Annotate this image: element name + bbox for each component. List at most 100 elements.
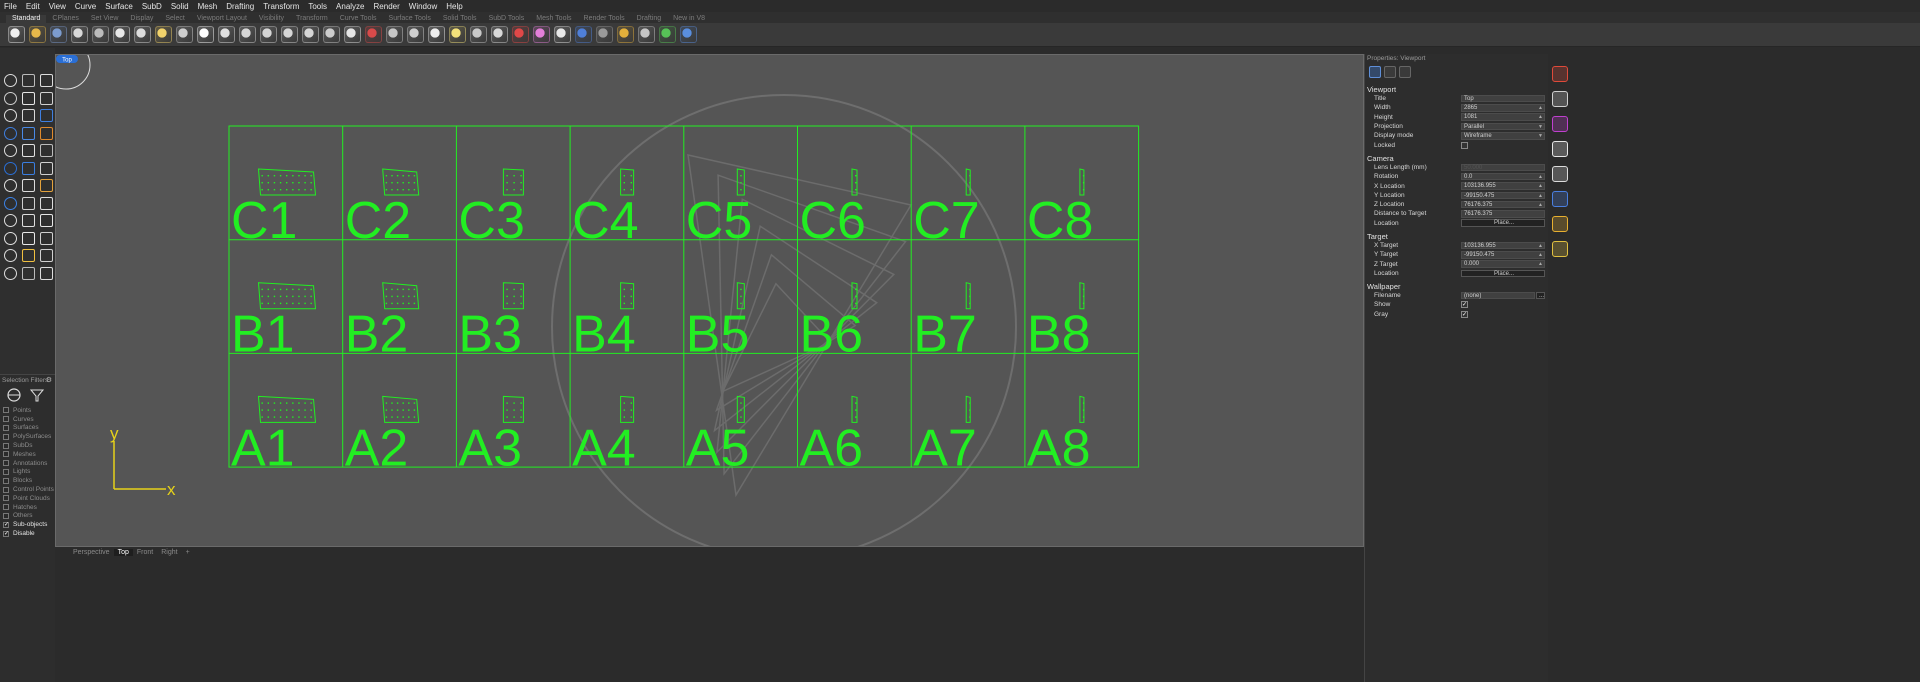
filter-disable[interactable]: ✓ Disable — [0, 529, 55, 538]
tab-transform[interactable]: Transform — [290, 15, 334, 23]
target-place-button[interactable]: Place... — [1461, 269, 1545, 278]
tab-solid-tools[interactable]: Solid Tools — [437, 15, 483, 23]
viewport-tab-perspective[interactable]: Perspective — [69, 549, 114, 556]
tool-26-icon[interactable] — [22, 214, 35, 227]
checkbox[interactable] — [3, 424, 9, 431]
cplane-icon[interactable] — [386, 26, 403, 43]
zoom-selected-icon[interactable] — [302, 26, 319, 43]
tab-select[interactable]: Select — [159, 15, 190, 23]
spinner-icon[interactable]: ▲ — [1538, 183, 1543, 189]
y-location-field[interactable]: -99150.475 ▲ — [1461, 191, 1545, 200]
viewport-canvas[interactable]: Top C1 C2 C3 C4 C5 C6 C7 C8 B1 B2 B3 B4 B5 B6 B7 B8 A1 A2 A… — [56, 55, 1364, 547]
menu-curve[interactable]: Curve — [75, 2, 96, 11]
tool-23-icon[interactable] — [22, 196, 35, 210]
menu-transform[interactable]: Transform — [263, 2, 299, 11]
filter-others[interactable]: Others — [0, 512, 55, 521]
libraries-icon[interactable] — [1552, 216, 1568, 232]
print-icon[interactable] — [71, 26, 88, 43]
tool-29-icon[interactable] — [22, 231, 35, 245]
tool-6-icon[interactable] — [40, 91, 53, 105]
filter-meshes[interactable]: Meshes — [0, 450, 55, 459]
tool-1-icon[interactable] — [4, 74, 17, 87]
object-filter-icon[interactable] — [6, 388, 22, 402]
menu-tools[interactable]: Tools — [308, 2, 327, 11]
tool-18-icon[interactable] — [40, 161, 53, 175]
checkbox[interactable] — [3, 433, 9, 440]
x-location-field[interactable]: 103136.955 ▲ — [1461, 182, 1545, 190]
filter-surfaces[interactable]: Surfaces — [0, 424, 55, 433]
rotate-view-icon[interactable] — [218, 26, 235, 43]
filter-sub-objects[interactable]: ✓ Sub-objects — [0, 520, 55, 529]
viewport-properties-icon[interactable] — [1369, 66, 1381, 78]
checkbox[interactable] — [3, 460, 9, 467]
layer-icon[interactable] — [491, 26, 508, 43]
funnel-icon[interactable] — [30, 388, 44, 402]
tab-surface-tools[interactable]: Surface Tools — [383, 15, 437, 23]
tab-viewport-layout[interactable]: Viewport Layout — [191, 15, 253, 23]
tool-35-icon[interactable] — [22, 266, 35, 280]
menu-view[interactable]: View — [49, 2, 66, 11]
tool-27-icon[interactable] — [40, 214, 53, 227]
display-mode-select[interactable]: Wireframe ▼ — [1461, 132, 1545, 140]
menu-drafting[interactable]: Drafting — [226, 2, 254, 11]
viewport-layout-icon[interactable] — [344, 26, 361, 43]
tool-7-icon[interactable] — [4, 109, 17, 122]
tool-32-icon[interactable] — [22, 249, 35, 262]
undo-icon[interactable] — [176, 26, 193, 43]
checkbox[interactable]: ✓ — [3, 521, 9, 528]
z-target-field[interactable]: 0.000 ▲ — [1461, 260, 1545, 268]
checkbox[interactable] — [3, 512, 9, 519]
viewport-tab-right[interactable]: Right — [157, 549, 181, 556]
tab-display[interactable]: Display — [124, 15, 159, 23]
width-field[interactable]: 2865 ▲ — [1461, 104, 1545, 112]
pan-icon[interactable] — [197, 26, 214, 43]
checkbox[interactable] — [3, 486, 9, 493]
render-icon[interactable] — [575, 26, 592, 43]
camera-icon[interactable] — [1399, 66, 1411, 78]
tool-4-icon[interactable] — [4, 91, 17, 105]
menu-help[interactable]: Help — [446, 2, 462, 11]
menu-window[interactable]: Window — [409, 2, 437, 11]
tool-13-icon[interactable] — [4, 144, 17, 157]
tool-12-icon[interactable] — [40, 126, 53, 140]
checkbox[interactable] — [3, 451, 9, 458]
z-location-field[interactable]: 76176.375 ▲ — [1461, 200, 1545, 209]
rotate-icon[interactable] — [323, 26, 340, 43]
filter-lights[interactable]: Lights — [0, 468, 55, 477]
checkbox[interactable] — [3, 416, 9, 423]
layers-icon[interactable] — [1552, 91, 1568, 107]
tool-24-icon[interactable] — [40, 196, 53, 210]
render-setup-icon[interactable] — [554, 26, 571, 43]
tool-28-icon[interactable] — [4, 231, 17, 245]
menu-analyze[interactable]: Analyze — [336, 2, 364, 11]
menu-solid[interactable]: Solid — [171, 2, 189, 11]
tool-20-icon[interactable] — [22, 179, 35, 192]
tab-mesh-tools[interactable]: Mesh Tools — [530, 15, 577, 23]
checkbox[interactable]: ✓ — [3, 530, 9, 537]
wallpaper-icon[interactable] — [1384, 66, 1396, 78]
new-icon[interactable] — [8, 26, 25, 43]
filter-annotations[interactable]: Annotations — [0, 459, 55, 468]
checkbox[interactable] — [3, 504, 9, 511]
tool-15-icon[interactable] — [40, 144, 53, 157]
notes-icon[interactable] — [1552, 166, 1568, 182]
tool-8-icon[interactable] — [22, 109, 35, 122]
paste-icon[interactable] — [155, 26, 172, 43]
rotation-field[interactable]: 0.0 ▲ — [1461, 172, 1545, 181]
tool-17-icon[interactable] — [22, 161, 35, 175]
gear-icon[interactable]: ⚙ — [46, 376, 52, 384]
locked-checkbox[interactable] — [1461, 141, 1468, 149]
filter-control-points[interactable]: Control Points — [0, 485, 55, 494]
tool-22-icon[interactable] — [4, 196, 17, 210]
x-target-field[interactable]: 103136.955 ▲ — [1461, 241, 1545, 250]
tool-25-icon[interactable] — [4, 214, 17, 227]
checkbox[interactable] — [3, 442, 9, 449]
filter-curves[interactable]: Curves — [0, 415, 55, 424]
material-icon[interactable] — [596, 26, 613, 43]
help-icon[interactable] — [1552, 191, 1568, 207]
spinner-icon[interactable]: ▲ — [1538, 243, 1543, 249]
checkbox[interactable] — [3, 407, 9, 414]
light-icon[interactable] — [449, 26, 466, 43]
tool-21-icon[interactable] — [40, 179, 53, 192]
filter-point-clouds[interactable]: Point Clouds — [0, 494, 55, 503]
